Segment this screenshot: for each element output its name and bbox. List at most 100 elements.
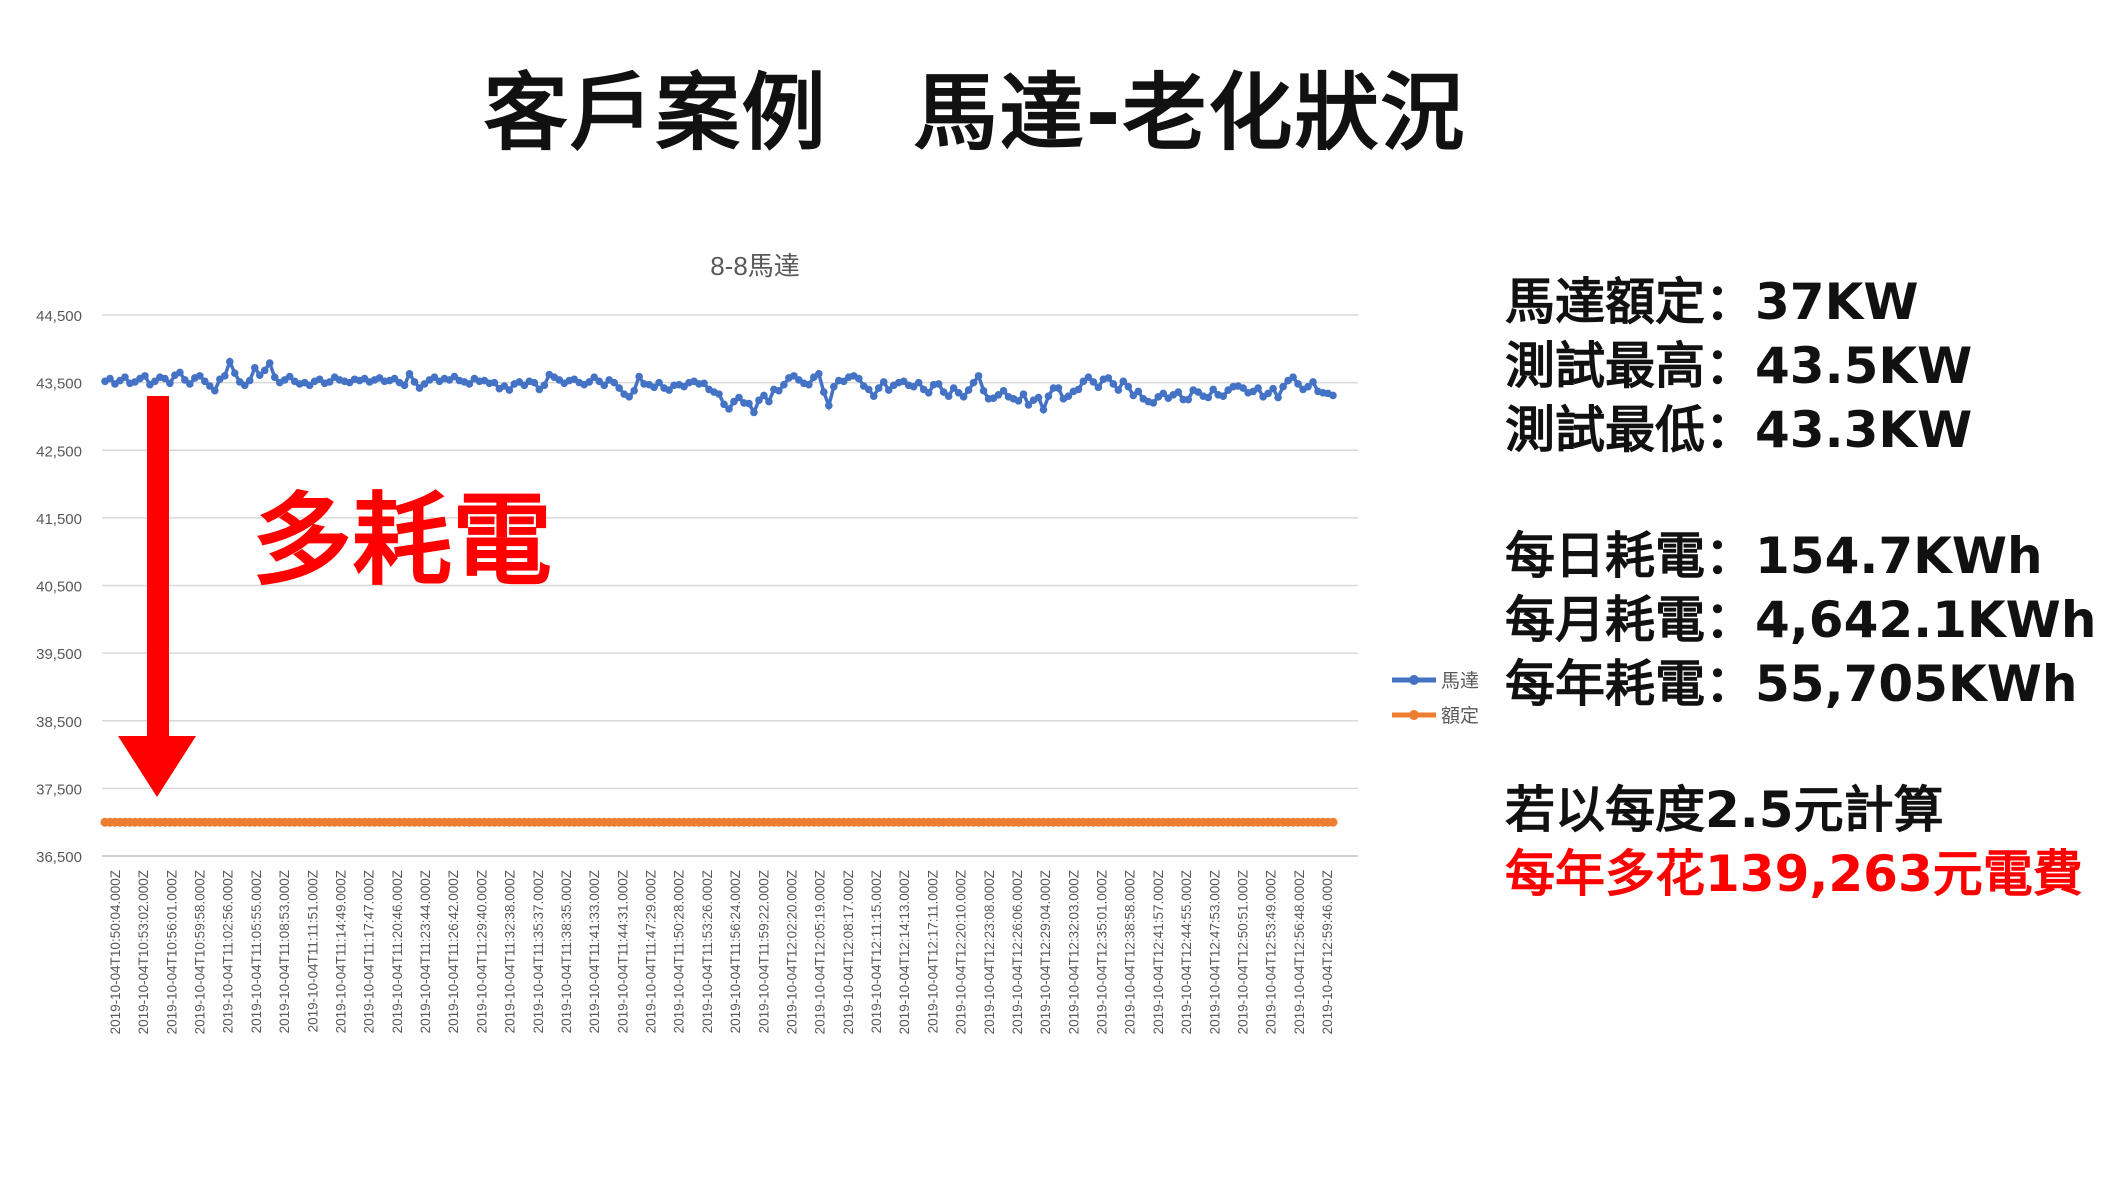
x-tick-label: 2019-10-04T12:08:17.000Z	[841, 870, 856, 1034]
motor-point	[530, 378, 539, 387]
x-tick-label: 2019-10-04T12:23:08.000Z	[982, 870, 997, 1034]
motor-point	[225, 357, 234, 366]
x-tick-label: 2019-10-04T11:08:53.000Z	[277, 870, 292, 1033]
motor-point	[141, 372, 149, 380]
motor-point	[750, 408, 758, 417]
x-tick-label: 2019-10-04T12:59:46.000Z	[1320, 870, 1335, 1034]
x-tick-label: 2019-10-04T11:56:24.000Z	[728, 870, 743, 1033]
x-tick-label: 2019-10-04T12:44:55.000Z	[1179, 870, 1194, 1034]
x-tick-label: 2019-10-04T11:23:44.000Z	[418, 870, 433, 1033]
annotation-label: 多耗電	[252, 482, 552, 599]
x-tick-label: 2019-10-04T11:38:35.000Z	[559, 870, 574, 1033]
x-tick-label: 2019-10-04T11:02:56.000Z	[221, 870, 236, 1033]
motor-point	[1074, 385, 1083, 394]
motor-point	[1329, 391, 1337, 400]
stat-daily: 每日耗電：154.7KWh	[1505, 527, 2043, 585]
motor-point	[854, 374, 863, 383]
motor-point	[964, 386, 973, 394]
x-tick-label: 2019-10-04T11:53:26.000Z	[700, 870, 715, 1033]
motor-point	[760, 391, 768, 400]
motor-point	[1114, 386, 1123, 394]
motor-point	[186, 380, 194, 388]
slide: 客戶案例 馬達-老化狀況 8-8馬達 44,500 43,500 42,500 41,…	[0, 0, 2107, 1186]
x-tick-label: 2019-10-04T11:29:40.000Z	[474, 870, 489, 1033]
motor-point	[1269, 384, 1277, 393]
x-tick-label: 2019-10-04T12:14:13.000Z	[897, 870, 912, 1034]
motor-point	[1174, 388, 1183, 396]
motor-point	[1309, 378, 1317, 386]
down-arrow-icon	[118, 396, 196, 797]
x-tick-label: 2019-10-04T11:41:33.000Z	[587, 870, 602, 1033]
stat-yearly: 每年耗電：55,705KWh	[1505, 655, 2078, 713]
x-tick-label: 2019-10-04T12:11:15.000Z	[869, 870, 884, 1033]
motor-point	[405, 370, 414, 378]
legend-item-rated: 額定	[1392, 705, 1479, 727]
x-tick-label: 2019-10-04T12:53:49.000Z	[1264, 870, 1279, 1034]
motor-point	[121, 373, 129, 382]
motor-point	[1149, 399, 1158, 407]
x-tick-label: 2019-10-04T12:26:06.000Z	[1010, 870, 1025, 1034]
x-tick-label: 2019-10-04T11:05:55.000Z	[249, 870, 264, 1033]
motor-point	[1054, 384, 1063, 392]
motor-point	[820, 388, 828, 396]
motor-point	[1274, 393, 1282, 402]
x-tick-label: 2019-10-04T11:20:46.000Z	[390, 870, 405, 1033]
y-tick-label: 37,500	[36, 781, 82, 798]
motor-point	[260, 366, 269, 375]
motor-point	[166, 379, 174, 388]
x-tick-label: 2019-10-04T12:17:11.000Z	[925, 870, 940, 1033]
motor-point	[1044, 392, 1053, 400]
y-tick-label: 38,500	[36, 714, 82, 731]
y-tick-label: 43,500	[36, 376, 82, 393]
y-tick-label: 44,500	[36, 308, 82, 325]
motor-point	[974, 372, 983, 380]
motor-point	[1039, 405, 1048, 414]
x-tick-label: 2019-10-04T11:59:22.000Z	[756, 870, 771, 1033]
motor-point	[211, 386, 219, 395]
motor-point	[934, 380, 943, 388]
motor-point	[625, 393, 633, 401]
x-tick-label: 2019-10-04T12:02:20.000Z	[784, 870, 799, 1034]
motor-point	[780, 380, 788, 389]
x-axis-tick-labels: 2019-10-04T10:50:04.000Z 2019-10-04T10:53…	[108, 870, 1335, 1034]
motor-point	[1204, 393, 1213, 402]
stat-monthly: 每月耗電：4,642.1KWh	[1505, 591, 2097, 649]
x-tick-label: 2019-10-04T12:29:04.000Z	[1038, 870, 1053, 1034]
motor-point	[1034, 393, 1043, 402]
motor-point	[630, 386, 638, 395]
motor-point	[775, 386, 783, 395]
motor-point	[944, 392, 953, 400]
motor-point	[635, 372, 643, 381]
motor-point	[1254, 384, 1262, 392]
stat-rated: 馬達額定：37KW	[1505, 273, 1919, 331]
motor-point	[959, 393, 968, 401]
motor-point	[1094, 383, 1103, 392]
motor-point	[265, 359, 274, 367]
motor-point	[1134, 387, 1143, 396]
motor-point	[1184, 395, 1193, 404]
stat-test-max: 測試最高：43.5KW	[1505, 337, 1973, 395]
x-tick-label: 2019-10-04T11:50:28.000Z	[672, 870, 687, 1033]
x-tick-label: 2019-10-04T11:44:31.000Z	[615, 870, 630, 1033]
motor-point	[505, 386, 514, 394]
x-tick-label: 2019-10-04T10:56:01.000Z	[164, 870, 179, 1034]
stats-panel: 馬達額定：37KW 測試最高：43.5KW 測試最低：43.3KW 每日耗電：1…	[1505, 270, 2096, 906]
stat-extra-cost: 每年多花139,263元電費	[1505, 845, 2083, 903]
motor-point	[715, 390, 723, 398]
motor-point	[979, 386, 988, 395]
motor-point	[1014, 397, 1023, 405]
y-tick-label: 36,500	[36, 849, 82, 866]
motor-point	[1019, 390, 1028, 398]
motor-point	[221, 372, 229, 380]
motor-point	[410, 378, 419, 386]
motor-point	[1109, 380, 1118, 388]
x-tick-label: 2019-10-04T11:47:29.000Z	[644, 870, 659, 1033]
y-tick-label: 42,500	[36, 443, 82, 460]
slide-title: 客戶案例 馬達-老化狀況	[483, 64, 1467, 162]
y-tick-label: 40,500	[36, 579, 82, 596]
stat-test-min: 測試最低：43.3KW	[1505, 401, 1973, 459]
line-chart: 8-8馬達 44,500 43,500 42,500 41,500 40,500 39,5…	[36, 251, 1479, 1034]
motor-point	[1279, 382, 1287, 391]
x-tick-label: 2019-10-04T12:47:53.000Z	[1207, 870, 1222, 1034]
chart-title: 8-8馬達	[710, 251, 800, 281]
